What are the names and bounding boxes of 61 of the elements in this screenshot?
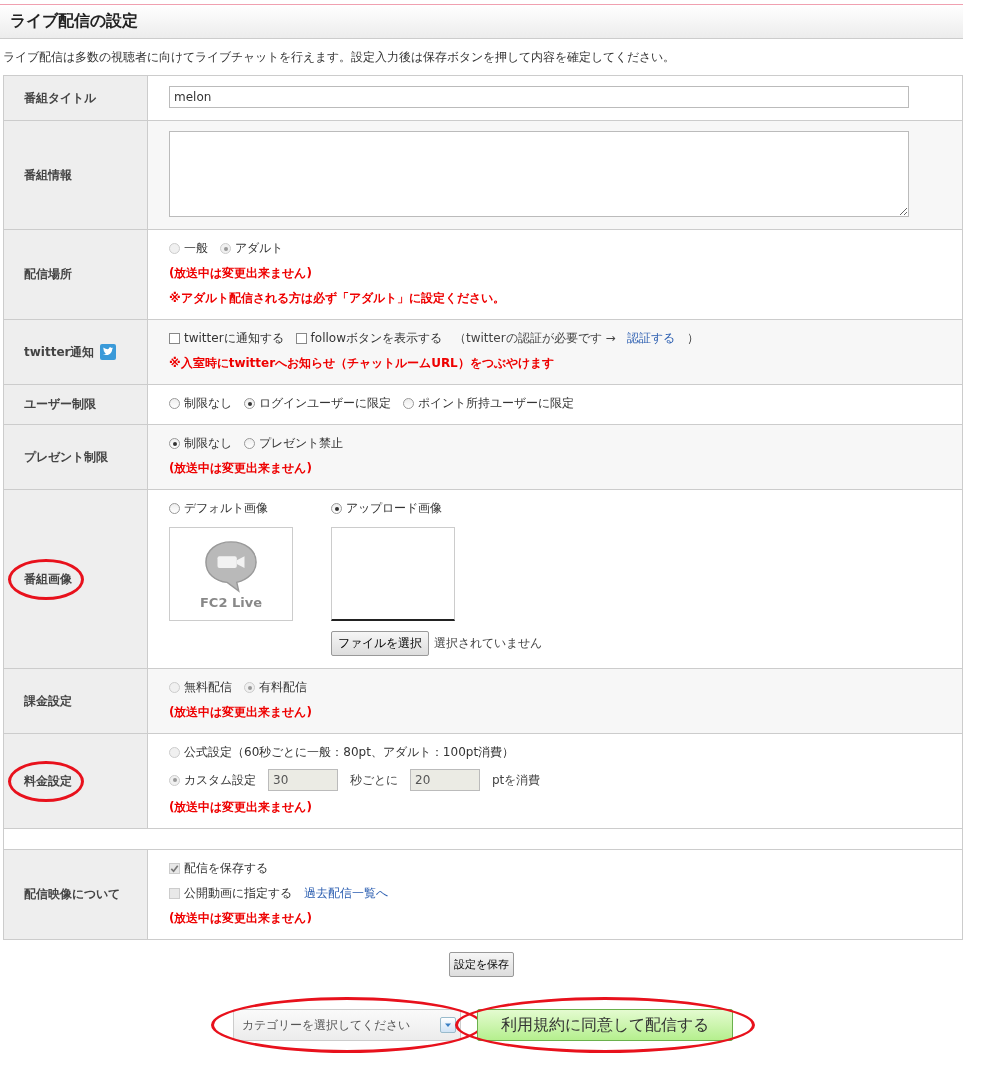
start-button[interactable]: 利用規約に同意して配信する	[476, 1009, 733, 1041]
radio-button[interactable]	[244, 398, 255, 409]
warning-note: (放送中は変更出来ません)	[169, 799, 312, 816]
option-label: デフォルト画像	[184, 500, 268, 517]
radio-button[interactable]	[169, 438, 180, 449]
radio-button[interactable]	[169, 503, 180, 514]
option-label: 一般	[184, 240, 208, 257]
option-label: followボタンを表示する	[310, 330, 442, 347]
category-select[interactable]: カテゴリーを選択してください	[232, 1009, 461, 1041]
logo-caption: FC2 Live	[200, 594, 262, 610]
option-label: 無料配信	[184, 679, 232, 696]
hint-text: ）	[687, 330, 700, 347]
radio-button[interactable]	[331, 503, 342, 514]
warning-note: ※入室時にtwitterへお知らせ（チャットルームURL）をつぶやけます	[169, 355, 554, 372]
option-label: プレゼント禁止	[259, 435, 343, 452]
row-label: 番組画像	[24, 570, 72, 588]
row-label: ユーザー制限	[24, 396, 96, 413]
row-label: プレゼント制限	[24, 448, 108, 466]
dropdown-icon	[439, 1017, 456, 1033]
hint-text: （twitterの認証が必要です →	[454, 330, 616, 347]
option-label: 有料配信	[259, 679, 307, 696]
warning-note: ※アダルト配信される方は必ず「アダルト」に設定ください。	[169, 290, 505, 307]
warning-note: (放送中は変更出来ません)	[169, 460, 312, 477]
option-label: ログインユーザーに限定	[259, 395, 391, 412]
hint-text: ptを消費	[492, 771, 541, 789]
file-status: 選択されていません	[434, 635, 542, 652]
row-label: 配信映像について	[24, 886, 120, 903]
text-area[interactable]	[169, 131, 909, 217]
text-link[interactable]: 認証する	[627, 330, 676, 347]
radio-button[interactable]	[244, 438, 255, 449]
checkbox[interactable]	[169, 333, 180, 344]
option-label: 公開動画に指定する	[184, 885, 292, 902]
option-label: twitterに通知する	[184, 330, 284, 347]
warning-note: (放送中は変更出来ません)	[169, 265, 312, 282]
radio-button[interactable]	[403, 398, 414, 409]
option-label: アップロード画像	[346, 500, 442, 517]
text-field[interactable]: melon	[169, 86, 909, 108]
option-label: 配信を保存する	[184, 860, 268, 877]
option-label: ポイント所持ユーザーに限定	[418, 395, 574, 412]
option-label: アダルト	[235, 240, 283, 257]
page-title: ライブ配信の設定	[10, 11, 138, 32]
option-label: 制限なし	[184, 395, 232, 412]
save-button[interactable]: 設定を保存	[449, 952, 514, 977]
option-label: 制限なし	[184, 435, 232, 452]
option-label: カスタム設定	[184, 771, 256, 789]
radio-button[interactable]	[169, 398, 180, 409]
row-label: 番組情報	[24, 166, 72, 184]
row-label: 課金設定	[24, 692, 72, 710]
row-label: 番組タイトル	[24, 89, 96, 107]
warning-note: (放送中は変更出来ません)	[169, 704, 312, 721]
text-link[interactable]: 過去配信一覧へ	[304, 885, 388, 902]
row-label: twitter通知	[24, 343, 95, 361]
warning-note: (放送中は変更出来ません)	[169, 910, 312, 927]
checkbox[interactable]	[295, 333, 307, 344]
option-label: 公式設定（60秒ごとに一般：80pt、アダルト：100pt消費）	[184, 744, 515, 761]
hint-text: 秒ごとに	[350, 771, 398, 789]
camera-bubble-icon	[202, 538, 260, 593]
row-label: 料金設定	[24, 772, 72, 790]
row-label: 配信場所	[24, 266, 72, 283]
intro-text: ライブ配信は多数の視聴者に向けてライブチャットを行えます。設定入力後は保存ボタンを押して内容を確定してください。	[3, 50, 676, 65]
file-button[interactable]: ファイルを選択	[331, 631, 429, 656]
